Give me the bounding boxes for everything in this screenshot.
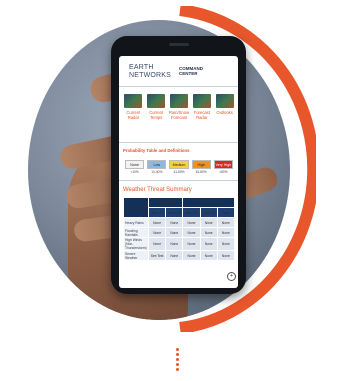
map-tiles: Current Radar Current Temps Rain/Snow Fo… <box>123 94 235 136</box>
dot <box>176 348 179 351</box>
day-header: June <box>216 207 236 218</box>
table-row: Heavy Rains None None None None None <box>123 217 236 228</box>
table-row: Flooding Rainfalls None None None None N… <box>123 227 236 238</box>
probability-levels: None Low Medium High Very High <box>125 160 234 169</box>
table-cell: None <box>165 250 184 261</box>
percent-very-high: >80% <box>219 170 228 174</box>
row-label: Flooding Rainfalls <box>123 227 149 238</box>
table-row: Severe Weather See Text None None None N… <box>123 250 236 261</box>
header-divider <box>119 86 238 87</box>
row-label: Severe Weather <box>123 250 149 261</box>
outlook-map-icon <box>215 94 234 108</box>
tile-current-temps[interactable]: Current Temps <box>146 94 167 136</box>
tile-current-radar[interactable]: Current Radar <box>123 94 144 136</box>
region-header: New England <box>147 197 184 208</box>
table-cell: None <box>199 237 218 251</box>
row-label: Heavy Rains <box>123 217 149 228</box>
table-cell: None <box>216 250 236 261</box>
table-cell: None <box>182 237 201 251</box>
tile-label: Forecast Radar <box>193 110 210 120</box>
app-title-line2: CENTER <box>179 71 198 76</box>
dot <box>176 363 179 366</box>
smartphone: EARTH NETWORKS COMMAND CENTER Current Ra… <box>111 36 246 294</box>
temperature-map-icon <box>147 94 166 108</box>
day-header: June 18 <box>199 207 218 218</box>
dot <box>176 358 179 361</box>
tile-label: Rain/Snow Forecast <box>168 110 190 120</box>
table-cell: None <box>216 227 236 238</box>
region-header: Mid-Atl Region <box>182 197 235 208</box>
tile-rain-snow-forecast[interactable]: Rain/Snow Forecast <box>169 94 190 136</box>
dot <box>176 368 179 371</box>
weather-threat-title: Weather Threat Summary <box>123 187 192 193</box>
table-cell: None <box>199 227 218 238</box>
section-divider <box>119 142 238 143</box>
table-cell: None <box>165 237 184 251</box>
table-cell: None <box>216 237 236 251</box>
table-row: High Winds (Non-Thunderstorm) None None … <box>123 237 236 251</box>
level-high: High <box>191 160 211 169</box>
tile-forecast-radar[interactable]: Forecast Radar <box>191 94 212 136</box>
table-cell: None <box>147 217 167 228</box>
table-cell: None <box>199 250 218 261</box>
table-cell: None <box>216 217 236 228</box>
tile-label: Current Temps <box>149 110 164 120</box>
level-low: Low <box>147 160 167 169</box>
table-cell: None <box>147 237 167 251</box>
command-center-title: COMMAND CENTER <box>179 66 203 76</box>
percent-medium: 41-60% <box>173 170 185 174</box>
table-cell: See Text <box>147 250 167 261</box>
radar-map-icon <box>124 94 143 108</box>
dotted-connector <box>176 348 179 373</box>
level-none: None <box>125 160 145 169</box>
table-cell: None <box>147 227 167 238</box>
percent-high: 61-80% <box>195 170 207 174</box>
percent-none: <10% <box>130 170 139 174</box>
probability-title: Probability Table and Definitions <box>123 148 190 153</box>
hero-graphic: EARTH NETWORKS COMMAND CENTER Current Ra… <box>0 0 337 381</box>
table-cell: None <box>165 227 184 238</box>
dot <box>176 353 179 356</box>
tile-outlooks[interactable]: Outlooks <box>214 94 235 136</box>
logo-line1: EARTH <box>129 64 154 71</box>
day-header: June 18 <box>165 207 184 218</box>
day-header: June 17 <box>182 207 201 218</box>
tile-label: Current Radar <box>126 110 141 120</box>
percent-low: 10-40% <box>151 170 163 174</box>
phone-screen: EARTH NETWORKS COMMAND CENTER Current Ra… <box>119 56 238 288</box>
day-header: June 17 <box>147 207 167 218</box>
precip-map-icon <box>169 94 188 108</box>
table-cell: None <box>182 227 201 238</box>
row-label: High Winds (Non-Thunderstorm) <box>123 237 149 251</box>
phone-speaker <box>169 43 189 46</box>
level-medium: Medium <box>169 160 189 169</box>
forecast-radar-map-icon <box>192 94 211 108</box>
level-very-high: Very High <box>213 160 234 169</box>
table-cell: None <box>199 217 218 228</box>
tile-label: Outlooks <box>216 110 233 115</box>
table-cell: None <box>182 217 201 228</box>
threat-table: June 17, 2022 New England Mid-Atl Region… <box>123 197 236 261</box>
probability-percents: <10% 10-40% 41-60% 61-80% >80% <box>125 170 233 174</box>
zoom-icon[interactable]: + <box>227 272 236 281</box>
table-cell: None <box>165 217 184 228</box>
section-divider <box>119 180 238 181</box>
logo-line2: NETWORKS <box>129 72 172 79</box>
threat-date: June 17, 2022 <box>123 197 149 218</box>
earth-networks-logo: EARTH NETWORKS <box>129 64 171 80</box>
table-cell: None <box>182 250 201 261</box>
